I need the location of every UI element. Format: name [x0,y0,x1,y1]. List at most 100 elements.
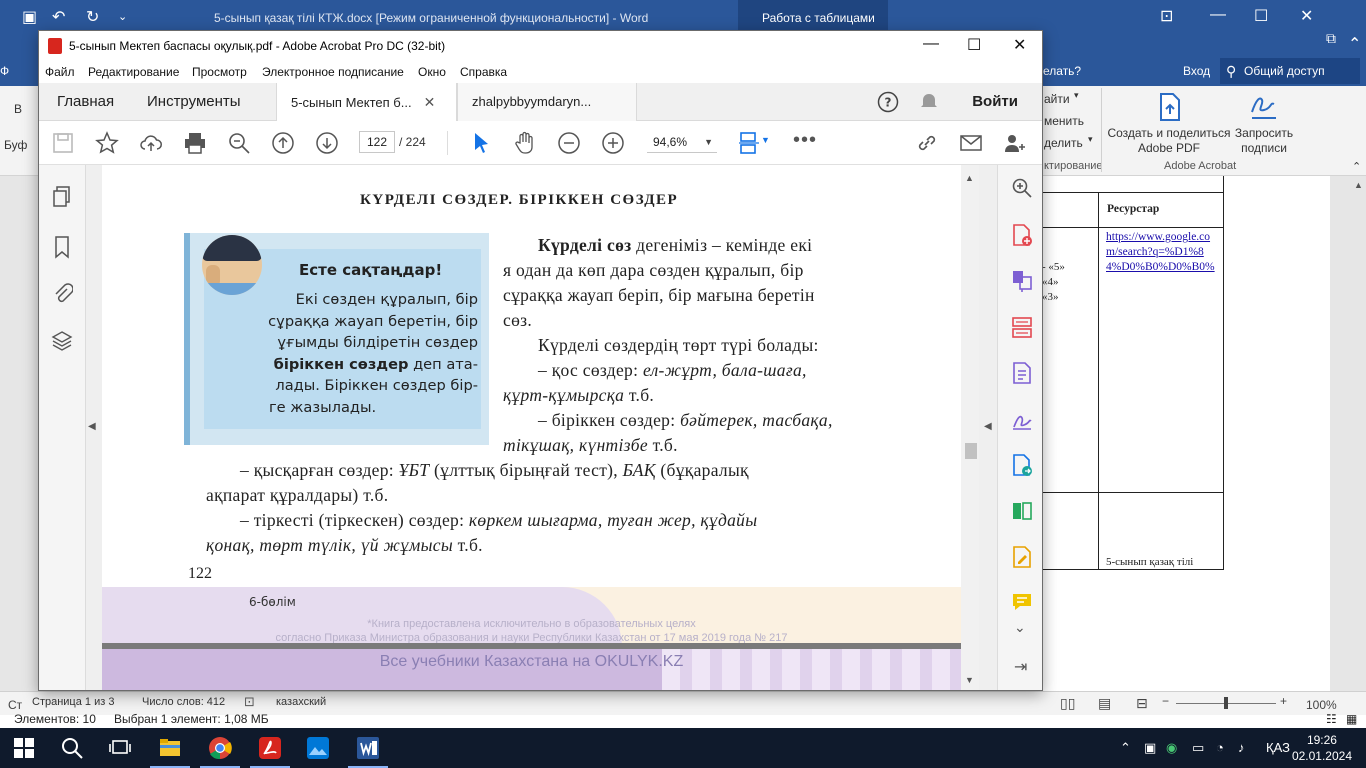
acrobat-maximize-button[interactable]: ☐ [967,35,981,55]
collapse-left-pane-icon[interactable]: ◀ [88,421,96,432]
comment-icon[interactable] [1011,591,1033,613]
ribbon-replace[interactable]: менить [1044,114,1084,128]
scroll-up-icon[interactable]: ▲ [965,173,974,183]
share-link-icon[interactable] [915,131,939,155]
chrome-icon[interactable] [208,736,232,760]
zoom-in-icon[interactable] [601,131,625,155]
menu-window[interactable]: Окно [418,65,446,79]
tray-app-icon[interactable]: ▣ [1144,740,1156,756]
page-display-caret-icon[interactable]: ▼ [761,135,770,145]
word-scroll-up-icon[interactable]: ▲ [1354,180,1363,190]
collapse-right-pane-icon[interactable]: ◀ [984,421,992,432]
print-layout-icon[interactable]: ▤ [1098,695,1111,712]
acrobat-taskbar-icon[interactable] [258,736,282,760]
more-tools-icon[interactable]: ••• [793,129,817,152]
file-explorer-icon[interactable] [158,736,182,760]
more-tools-chevron-icon[interactable]: ⌄ [1014,619,1026,636]
ribbon-fragment-paste[interactable]: В [14,102,22,116]
vertical-scrollbar[interactable]: ▲ ▼ [961,165,979,690]
fill-sign-icon[interactable] [1011,407,1033,431]
hand-tool-icon[interactable] [513,131,537,155]
scrollbar-thumb[interactable] [965,443,977,459]
tiles-view-icon[interactable]: ▦ [1346,712,1357,726]
acrobat-status-language[interactable]: казахский [276,696,326,708]
ribbon-collapse-chevron-icon[interactable]: ⌃ [1352,160,1361,173]
network-icon[interactable]: ◔ [1216,740,1224,755]
notifications-bell-icon[interactable] [919,92,939,112]
tab-document-1[interactable]: 5-сынып Мектеп б... ✕ [276,83,457,122]
web-layout-icon[interactable]: ⊟ [1136,695,1148,712]
word-taskbar-icon[interactable] [356,736,380,760]
read-mode-icon[interactable]: ▯▯ [1060,695,1075,712]
photos-icon[interactable] [306,736,330,760]
page-number-input[interactable]: 122 [359,131,395,153]
customize-icon[interactable]: ⌄ [118,10,127,23]
select-cursor-icon[interactable] [469,131,493,155]
resource-link[interactable]: https://www.google.com/search?q=%D1%84%D… [1106,230,1216,275]
zoom-out-icon[interactable] [557,131,581,155]
login-link[interactable]: Вход [1183,64,1210,78]
restore-icon[interactable]: ⧉ [1326,30,1336,47]
page-display-icon[interactable] [737,131,761,155]
page-thumbnails-icon[interactable] [51,185,73,209]
battery-icon[interactable]: ▭ [1192,740,1204,756]
start-icon[interactable] [12,736,36,760]
save-icon[interactable]: ▣ [22,7,37,27]
tab-tools[interactable]: Инструменты [147,83,241,121]
compare-files-icon[interactable] [1011,499,1033,523]
create-pdf-icon[interactable] [1011,223,1033,247]
tray-sync-icon[interactable]: ◉ [1166,740,1177,756]
bookmark-star-icon[interactable] [95,131,119,155]
menu-view[interactable]: Просмотр [192,65,247,79]
word-zoom-level[interactable]: 100% [1306,698,1337,712]
save-icon[interactable] [51,131,75,155]
ribbon-select[interactable]: делить [1044,136,1083,150]
ribbon-display-icon[interactable]: ⊡ [1160,6,1173,26]
collapse-tools-pane-icon[interactable]: ⇥ [1014,657,1027,677]
tell-me-field[interactable]: елать? [1043,64,1081,78]
menu-e-sign[interactable]: Электронное подписание [262,65,404,79]
previous-page-icon[interactable] [271,131,295,155]
zoom-out-icon[interactable]: − [1162,694,1169,708]
menu-edit[interactable]: Редактирование [88,65,179,79]
clock[interactable]: 19:26 02.01.2024 [1292,732,1352,764]
input-language[interactable]: ҚАЗ [1266,740,1290,755]
ribbon-collapse-icon[interactable]: ⌃ [1348,34,1361,54]
tab-home[interactable]: Главная [57,83,114,121]
layers-icon[interactable] [51,329,73,353]
help-icon[interactable]: ? [877,91,899,113]
email-icon[interactable] [959,131,983,155]
word-tab-fragment[interactable]: Ф [0,64,9,78]
share-button[interactable]: ⚲ Общий доступ [1220,58,1360,84]
zoom-tool-icon[interactable] [1011,177,1033,199]
cloud-upload-icon[interactable] [139,131,163,155]
next-page-icon[interactable] [315,131,339,155]
zoom-slider-thumb[interactable] [1224,697,1228,709]
zoom-search-icon[interactable] [227,131,251,155]
bookmarks-icon[interactable] [53,235,71,259]
menu-file[interactable]: Файл [45,65,75,79]
attachments-icon[interactable] [51,281,73,305]
details-view-icon[interactable]: ☷ [1326,712,1337,726]
acrobat-minimize-button[interactable]: — [923,35,939,53]
print-icon[interactable] [183,131,207,155]
organize-pages-icon[interactable] [1011,315,1033,339]
acrobat-close-button[interactable]: ✕ [1013,35,1026,55]
search-icon[interactable] [60,736,84,760]
zoom-in-icon[interactable]: + [1280,694,1287,708]
zoom-level-select[interactable]: 94,6% ▼ [647,131,717,153]
word-maximize-button[interactable]: ☐ [1254,6,1268,26]
spelling-check-icon[interactable]: ⊡ [244,694,255,710]
export-pdf-icon[interactable] [1011,361,1033,385]
close-tab-icon[interactable]: ✕ [424,94,436,110]
menu-help[interactable]: Справка [460,65,507,79]
show-hidden-icons-icon[interactable]: ⌃ [1120,740,1131,756]
word-close-button[interactable]: ✕ [1300,6,1313,26]
edit-pdf-icon[interactable] [1011,545,1033,569]
ribbon-find[interactable]: айти [1044,92,1070,106]
create-share-pdf-button[interactable]: Создать и поделиться Adobe PDF [1106,92,1232,156]
scroll-down-icon[interactable]: ▼ [965,675,974,685]
request-signatures-button[interactable]: Запросить подписи [1232,92,1296,156]
task-view-icon[interactable] [108,736,132,760]
add-user-icon[interactable] [1003,131,1027,155]
